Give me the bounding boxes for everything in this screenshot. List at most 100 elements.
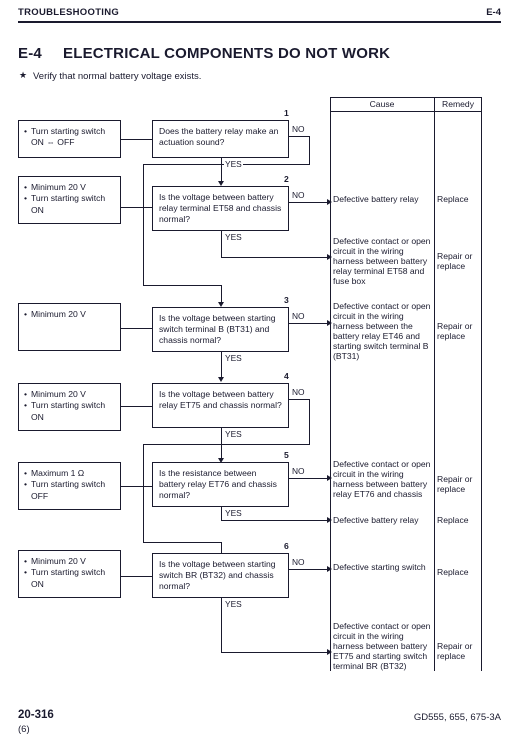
connector [143,542,221,543]
note-text: Verify that normal battery voltage exist… [33,71,202,82]
condition-item: Maximum 1 Ω [24,468,115,480]
condition-item: Minimum 20 V [24,182,115,194]
connector [221,507,222,521]
condition-box-3: Minimum 20 V [18,303,121,351]
arrow-down-icon [218,377,224,382]
connector [221,652,331,653]
branch-label-yes-1: YES [224,159,243,169]
step-number-6: 6 [284,541,289,551]
connector [121,486,152,487]
connector [309,399,310,445]
condition-box-2: Minimum 20 V Turn starting switch ON [18,176,121,224]
table-header-cause: Cause [369,99,395,109]
branch-label-yes-6: YES [224,599,243,609]
table-row: Defective contact or open circuit in the… [333,236,431,286]
connector [121,207,152,208]
footer-sub-number: (6) [18,724,30,735]
table-row: Defective contact or open circuit in the… [333,459,431,499]
question-box-6: Is the voltage between starting switch B… [152,553,289,598]
condition-item: Turn starting switch ON [24,193,115,216]
connector [309,136,310,165]
connector [121,406,152,407]
condition-item: Minimum 20 V [24,309,115,321]
branch-label-no-2: NO [291,190,306,200]
branch-label-no-3: NO [291,311,306,321]
branch-label-no-1: NO [291,124,306,134]
connector [289,478,331,479]
connector [121,328,152,329]
connector [289,323,331,324]
table-row: Defective battery relay [333,515,419,525]
connector [221,158,222,183]
connector [289,399,310,400]
connector [221,428,222,460]
condition-item: Turn starting switch ON [24,400,115,423]
connector [143,444,144,487]
star-icon: ★ [19,70,28,80]
condition-item: Minimum 20 V [24,556,115,568]
step-number-2: 2 [284,174,289,184]
connector [143,285,221,286]
footer-page-number: 20-316 [18,709,54,721]
table-row-remedy: Replace [437,194,469,204]
condition-item: Turn starting switch ON ⇔ OFF [24,126,115,149]
step-number-3: 3 [284,295,289,305]
table-row: Defective battery relay [333,194,419,204]
table-column-divider [434,97,435,671]
table-row: Defective contact or open circuit in the… [333,301,431,361]
table-header-remedy: Remedy [442,99,474,109]
table-row: Defective contact or open circuit in the… [333,621,431,671]
condition-box-1: Turn starting switch ON ⇔ OFF [18,120,121,158]
branch-label-yes-5: YES [224,508,243,518]
connector [289,202,331,203]
arrow-right-icon [327,649,332,655]
header-section-code: E-4 [486,7,501,18]
branch-label-no-6: NO [291,557,306,567]
connector [143,164,144,208]
connector [289,136,310,137]
arrow-right-icon [327,320,332,326]
arrow-right-icon [327,517,332,523]
arrow-right-icon [327,475,332,481]
branch-label-no-4: NO [291,387,306,397]
branch-label-no-5: NO [291,466,306,476]
connector [121,139,152,140]
connector [143,486,144,543]
table-row-remedy: Replace [437,567,469,577]
connector [221,352,222,379]
connector [221,231,222,258]
condition-item: Minimum 20 V [24,389,115,401]
question-box-1: Does the battery relay make an actuation… [152,120,289,158]
connector [221,257,331,258]
question-box-3: Is the voltage between starting switch t… [152,307,289,352]
question-box-5: Is the resistance between battery relay … [152,462,289,507]
arrow-right-icon [327,566,332,572]
branch-label-yes-3: YES [224,353,243,363]
table-row-remedy: Repair or replace [437,474,473,494]
manual-page: TROUBLESHOOTING E-4 E-4 ELECTRICAL COMPO… [0,0,519,751]
arrow-right-icon [327,199,332,205]
table-row-remedy: Repair or replace [437,641,473,661]
cause-remedy-table [330,97,482,671]
table-row-remedy: Repair or replace [437,251,473,271]
page-title-id: E-4 [18,45,42,62]
condition-item: Turn starting switch OFF [24,479,115,502]
condition-box-6: Minimum 20 V Turn starting switch ON [18,550,121,598]
connector [143,444,310,445]
connector [221,598,222,653]
page-title: ELECTRICAL COMPONENTS DO NOT WORK [63,45,391,62]
header-divider [18,21,501,23]
step-number-1: 1 [284,108,289,118]
step-number-4: 4 [284,371,289,381]
condition-item: Turn starting switch ON [24,567,115,590]
connector [221,520,331,521]
question-box-4: Is the voltage between battery relay ET7… [152,383,289,428]
table-row: Defective starting switch [333,562,426,572]
connector [121,576,152,577]
arrow-right-icon [327,254,332,260]
footer-model-code: GD555, 655, 675-3A [413,712,501,723]
condition-box-5: Maximum 1 Ω Turn starting switch OFF [18,462,121,510]
branch-label-yes-4: YES [224,429,243,439]
table-row-remedy: Repair or replace [437,321,473,341]
table-row-remedy: Replace [437,515,469,525]
